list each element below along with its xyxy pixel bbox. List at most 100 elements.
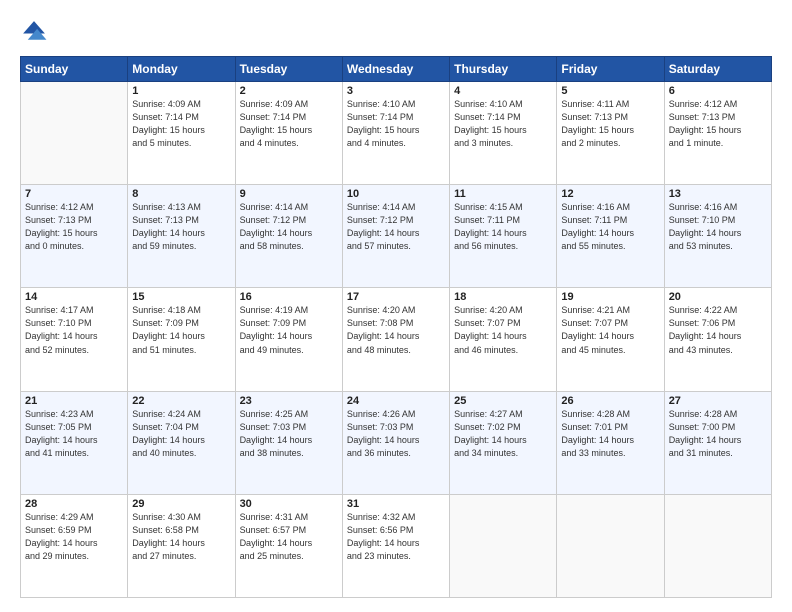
day-info: Sunrise: 4:21 AMSunset: 7:07 PMDaylight:… — [561, 304, 659, 356]
day-info: Sunrise: 4:12 AMSunset: 7:13 PMDaylight:… — [25, 201, 123, 253]
calendar-cell: 27Sunrise: 4:28 AMSunset: 7:00 PMDayligh… — [664, 391, 771, 494]
calendar-cell: 26Sunrise: 4:28 AMSunset: 7:01 PMDayligh… — [557, 391, 664, 494]
day-info: Sunrise: 4:23 AMSunset: 7:05 PMDaylight:… — [25, 408, 123, 460]
day-number: 4 — [454, 85, 552, 97]
calendar-cell: 9Sunrise: 4:14 AMSunset: 7:12 PMDaylight… — [235, 185, 342, 288]
header — [20, 18, 772, 46]
day-info: Sunrise: 4:14 AMSunset: 7:12 PMDaylight:… — [347, 201, 445, 253]
day-number: 31 — [347, 498, 445, 510]
calendar-dow-saturday: Saturday — [664, 57, 771, 82]
day-info: Sunrise: 4:31 AMSunset: 6:57 PMDaylight:… — [240, 511, 338, 563]
day-number: 8 — [132, 188, 230, 200]
day-number: 1 — [132, 85, 230, 97]
calendar-cell: 23Sunrise: 4:25 AMSunset: 7:03 PMDayligh… — [235, 391, 342, 494]
day-number: 23 — [240, 395, 338, 407]
day-number: 16 — [240, 291, 338, 303]
calendar-header-row: SundayMondayTuesdayWednesdayThursdayFrid… — [21, 57, 772, 82]
day-info: Sunrise: 4:28 AMSunset: 7:01 PMDaylight:… — [561, 408, 659, 460]
calendar-dow-monday: Monday — [128, 57, 235, 82]
day-info: Sunrise: 4:20 AMSunset: 7:08 PMDaylight:… — [347, 304, 445, 356]
calendar-dow-wednesday: Wednesday — [342, 57, 449, 82]
day-info: Sunrise: 4:11 AMSunset: 7:13 PMDaylight:… — [561, 98, 659, 150]
day-number: 7 — [25, 188, 123, 200]
day-info: Sunrise: 4:10 AMSunset: 7:14 PMDaylight:… — [347, 98, 445, 150]
day-number: 20 — [669, 291, 767, 303]
day-info: Sunrise: 4:22 AMSunset: 7:06 PMDaylight:… — [669, 304, 767, 356]
calendar-cell: 20Sunrise: 4:22 AMSunset: 7:06 PMDayligh… — [664, 288, 771, 391]
calendar-week-row: 7Sunrise: 4:12 AMSunset: 7:13 PMDaylight… — [21, 185, 772, 288]
calendar-cell: 17Sunrise: 4:20 AMSunset: 7:08 PMDayligh… — [342, 288, 449, 391]
day-info: Sunrise: 4:25 AMSunset: 7:03 PMDaylight:… — [240, 408, 338, 460]
calendar-week-row: 21Sunrise: 4:23 AMSunset: 7:05 PMDayligh… — [21, 391, 772, 494]
day-number: 10 — [347, 188, 445, 200]
day-number: 29 — [132, 498, 230, 510]
day-number: 3 — [347, 85, 445, 97]
calendar-cell: 8Sunrise: 4:13 AMSunset: 7:13 PMDaylight… — [128, 185, 235, 288]
day-number: 13 — [669, 188, 767, 200]
calendar-cell: 10Sunrise: 4:14 AMSunset: 7:12 PMDayligh… — [342, 185, 449, 288]
calendar-cell: 14Sunrise: 4:17 AMSunset: 7:10 PMDayligh… — [21, 288, 128, 391]
calendar-cell: 22Sunrise: 4:24 AMSunset: 7:04 PMDayligh… — [128, 391, 235, 494]
calendar-week-row: 1Sunrise: 4:09 AMSunset: 7:14 PMDaylight… — [21, 82, 772, 185]
calendar-cell: 31Sunrise: 4:32 AMSunset: 6:56 PMDayligh… — [342, 494, 449, 597]
day-info: Sunrise: 4:17 AMSunset: 7:10 PMDaylight:… — [25, 304, 123, 356]
day-info: Sunrise: 4:18 AMSunset: 7:09 PMDaylight:… — [132, 304, 230, 356]
calendar-cell: 18Sunrise: 4:20 AMSunset: 7:07 PMDayligh… — [450, 288, 557, 391]
calendar-week-row: 28Sunrise: 4:29 AMSunset: 6:59 PMDayligh… — [21, 494, 772, 597]
calendar-cell: 11Sunrise: 4:15 AMSunset: 7:11 PMDayligh… — [450, 185, 557, 288]
day-info: Sunrise: 4:13 AMSunset: 7:13 PMDaylight:… — [132, 201, 230, 253]
calendar-cell: 12Sunrise: 4:16 AMSunset: 7:11 PMDayligh… — [557, 185, 664, 288]
day-info: Sunrise: 4:30 AMSunset: 6:58 PMDaylight:… — [132, 511, 230, 563]
day-number: 12 — [561, 188, 659, 200]
day-info: Sunrise: 4:10 AMSunset: 7:14 PMDaylight:… — [454, 98, 552, 150]
day-number: 24 — [347, 395, 445, 407]
day-info: Sunrise: 4:09 AMSunset: 7:14 PMDaylight:… — [240, 98, 338, 150]
calendar-cell: 16Sunrise: 4:19 AMSunset: 7:09 PMDayligh… — [235, 288, 342, 391]
day-info: Sunrise: 4:15 AMSunset: 7:11 PMDaylight:… — [454, 201, 552, 253]
day-info: Sunrise: 4:20 AMSunset: 7:07 PMDaylight:… — [454, 304, 552, 356]
day-number: 9 — [240, 188, 338, 200]
logo — [20, 18, 52, 46]
day-info: Sunrise: 4:14 AMSunset: 7:12 PMDaylight:… — [240, 201, 338, 253]
day-info: Sunrise: 4:32 AMSunset: 6:56 PMDaylight:… — [347, 511, 445, 563]
calendar-cell — [664, 494, 771, 597]
day-number: 6 — [669, 85, 767, 97]
calendar-cell: 4Sunrise: 4:10 AMSunset: 7:14 PMDaylight… — [450, 82, 557, 185]
calendar-cell: 6Sunrise: 4:12 AMSunset: 7:13 PMDaylight… — [664, 82, 771, 185]
day-number: 22 — [132, 395, 230, 407]
calendar-cell: 2Sunrise: 4:09 AMSunset: 7:14 PMDaylight… — [235, 82, 342, 185]
calendar-cell: 15Sunrise: 4:18 AMSunset: 7:09 PMDayligh… — [128, 288, 235, 391]
calendar-table: SundayMondayTuesdayWednesdayThursdayFrid… — [20, 56, 772, 598]
day-info: Sunrise: 4:09 AMSunset: 7:14 PMDaylight:… — [132, 98, 230, 150]
calendar-cell: 19Sunrise: 4:21 AMSunset: 7:07 PMDayligh… — [557, 288, 664, 391]
calendar-cell: 25Sunrise: 4:27 AMSunset: 7:02 PMDayligh… — [450, 391, 557, 494]
calendar-cell — [557, 494, 664, 597]
day-number: 2 — [240, 85, 338, 97]
calendar-cell: 28Sunrise: 4:29 AMSunset: 6:59 PMDayligh… — [21, 494, 128, 597]
day-number: 14 — [25, 291, 123, 303]
logo-icon — [20, 18, 48, 46]
day-info: Sunrise: 4:26 AMSunset: 7:03 PMDaylight:… — [347, 408, 445, 460]
calendar-dow-sunday: Sunday — [21, 57, 128, 82]
calendar-cell: 5Sunrise: 4:11 AMSunset: 7:13 PMDaylight… — [557, 82, 664, 185]
calendar-cell: 3Sunrise: 4:10 AMSunset: 7:14 PMDaylight… — [342, 82, 449, 185]
day-info: Sunrise: 4:27 AMSunset: 7:02 PMDaylight:… — [454, 408, 552, 460]
calendar-cell — [450, 494, 557, 597]
day-number: 28 — [25, 498, 123, 510]
calendar-cell: 7Sunrise: 4:12 AMSunset: 7:13 PMDaylight… — [21, 185, 128, 288]
day-number: 25 — [454, 395, 552, 407]
day-info: Sunrise: 4:19 AMSunset: 7:09 PMDaylight:… — [240, 304, 338, 356]
calendar-week-row: 14Sunrise: 4:17 AMSunset: 7:10 PMDayligh… — [21, 288, 772, 391]
day-number: 19 — [561, 291, 659, 303]
day-number: 15 — [132, 291, 230, 303]
calendar-cell: 29Sunrise: 4:30 AMSunset: 6:58 PMDayligh… — [128, 494, 235, 597]
day-number: 26 — [561, 395, 659, 407]
day-info: Sunrise: 4:29 AMSunset: 6:59 PMDaylight:… — [25, 511, 123, 563]
day-number: 27 — [669, 395, 767, 407]
day-number: 17 — [347, 291, 445, 303]
day-number: 11 — [454, 188, 552, 200]
calendar-dow-thursday: Thursday — [450, 57, 557, 82]
day-info: Sunrise: 4:16 AMSunset: 7:10 PMDaylight:… — [669, 201, 767, 253]
calendar-cell: 30Sunrise: 4:31 AMSunset: 6:57 PMDayligh… — [235, 494, 342, 597]
day-info: Sunrise: 4:28 AMSunset: 7:00 PMDaylight:… — [669, 408, 767, 460]
